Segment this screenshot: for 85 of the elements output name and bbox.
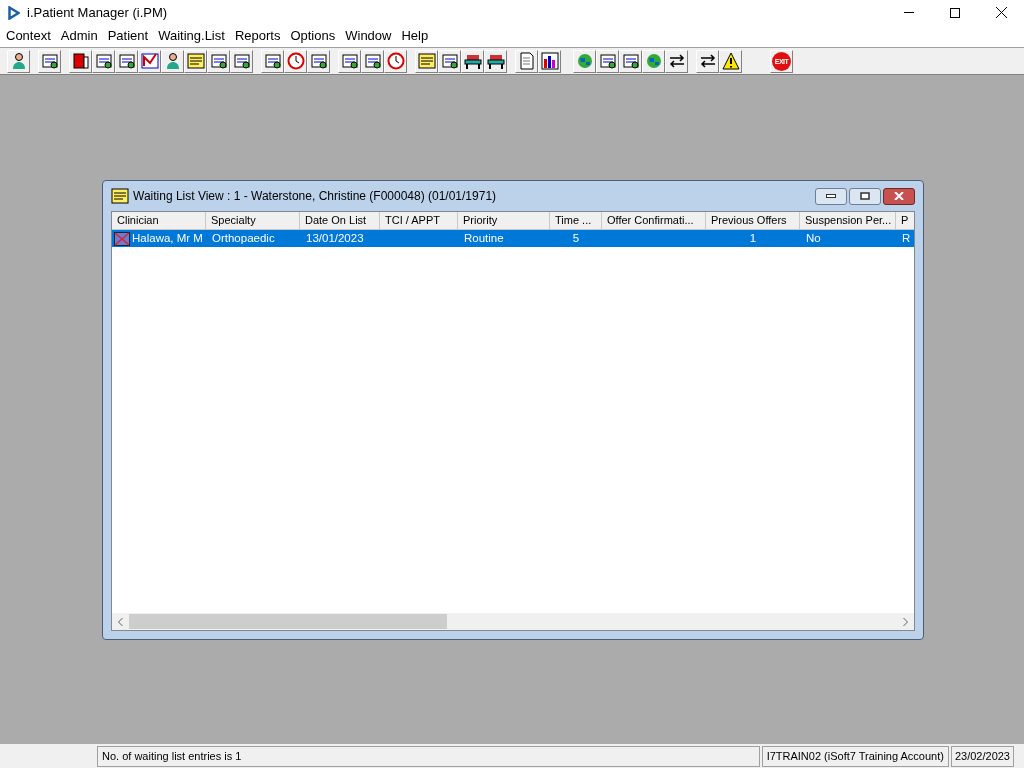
column-header[interactable]: P <box>896 212 914 230</box>
menu-item[interactable]: Options <box>285 25 341 47</box>
book-icon <box>71 52 90 70</box>
table-cell-text: Halawa, Mr M <box>132 230 203 246</box>
warning-icon <box>721 52 740 70</box>
toolbar-button[interactable] <box>484 49 507 73</box>
clock-icon <box>286 52 305 70</box>
toolbar-button[interactable] <box>719 49 742 73</box>
scroll-left-icon <box>118 617 123 626</box>
arrows-icon <box>667 52 686 70</box>
column-header[interactable]: Time ... <box>550 212 602 230</box>
crossed-grid-icon <box>114 231 130 246</box>
maximize-icon <box>950 7 960 18</box>
bed-icon <box>463 52 482 70</box>
bed-icon <box>486 52 505 70</box>
column-header[interactable]: TCI / APPT <box>380 212 458 230</box>
menu-item[interactable]: Admin <box>55 25 103 47</box>
toolbar-button[interactable] <box>538 49 561 73</box>
toolbar-button[interactable] <box>461 49 484 73</box>
child-window-title: Waiting List View : 1 - Waterstone, Christine (F000048) (01/01/1971) <box>133 188 497 205</box>
table-cell-text: Routine <box>464 230 504 246</box>
status-text: No. of waiting list entries is 1 <box>97 745 760 767</box>
minimize-icon <box>826 194 836 198</box>
card-icon <box>598 52 617 70</box>
table-cell-text: 5 <box>572 230 580 246</box>
menu-item[interactable]: Patient <box>102 25 154 47</box>
status-text: 23/02/2023 <box>950 745 1014 767</box>
column-header[interactable]: Specialty <box>206 212 300 230</box>
toolbar-button[interactable] <box>438 49 461 73</box>
window-title: i.Patient Manager (i.PM) <box>27 3 168 22</box>
arrows-icon <box>698 52 717 70</box>
toolbar-button[interactable] <box>261 49 284 73</box>
toolbar-button[interactable] <box>696 49 719 73</box>
table-cell-text: No <box>806 230 821 246</box>
table-row[interactable]: Halawa, Mr M Orthopaedic 13/01/2023 Routine 5 1 No R <box>112 230 914 247</box>
table-cell-text: 13/01/2023 <box>306 230 364 246</box>
column-header[interactable]: Suspension Per... <box>800 212 896 230</box>
toolbar-button[interactable] <box>338 49 361 73</box>
table-cell-text: R <box>902 230 911 246</box>
toolbar-button[interactable] <box>361 49 384 73</box>
toolbar-button[interactable] <box>230 49 253 73</box>
toolbar-button[interactable] <box>207 49 230 73</box>
toolbar-button[interactable] <box>161 49 184 73</box>
card-icon <box>363 52 382 70</box>
note-icon <box>417 52 436 70</box>
minimize-icon <box>904 12 914 13</box>
minimize-button[interactable] <box>815 187 847 205</box>
table-cell-text: Orthopaedic <box>212 230 275 246</box>
toolbar-button[interactable] <box>38 49 61 73</box>
column-header[interactable]: Priority <box>458 212 550 230</box>
column-header[interactable]: Offer Confirmati... <box>602 212 706 230</box>
note-icon <box>186 52 205 70</box>
status-text: I7TRAIN02 (iSoft7 Training Account) <box>761 745 949 767</box>
column-header[interactable]: Previous Offers <box>706 212 800 230</box>
close-icon <box>995 7 1007 18</box>
restore-icon <box>860 192 870 200</box>
globe-icon <box>575 52 594 70</box>
column-header[interactable]: Date On List <box>300 212 380 230</box>
table-cell-text: 1 <box>749 230 757 246</box>
scrollbar-thumb[interactable] <box>129 614 447 629</box>
toolbar-button[interactable] <box>619 49 642 73</box>
restore-button[interactable] <box>849 187 881 205</box>
toolbar-button[interactable] <box>665 49 688 73</box>
document-icon <box>517 52 536 70</box>
toolbar-button[interactable] <box>92 49 115 73</box>
globe-icon <box>644 52 663 70</box>
horizontal-scrollbar[interactable] <box>112 613 914 630</box>
toolbar-button[interactable] <box>307 49 330 73</box>
menu-item[interactable]: Waiting.List <box>153 25 230 47</box>
close-icon <box>894 192 904 200</box>
clock-icon <box>386 52 405 70</box>
column-header[interactable]: Clinician <box>112 212 206 230</box>
menu-item[interactable]: Reports <box>229 25 286 47</box>
triangle-logo-icon <box>8 5 20 20</box>
menu-item[interactable]: Help <box>396 25 434 47</box>
toolbar-button[interactable] <box>69 49 92 73</box>
chart-icon <box>540 52 559 70</box>
scroll-right-icon <box>903 617 908 626</box>
note-icon <box>111 187 129 205</box>
toolbar-button[interactable] <box>115 49 138 73</box>
toolbar-button[interactable] <box>596 49 619 73</box>
toolbar-button[interactable] <box>7 49 30 73</box>
close-button[interactable] <box>883 187 915 205</box>
menu-item[interactable]: Window <box>340 25 397 47</box>
menu-item[interactable]: Context <box>1 25 56 47</box>
